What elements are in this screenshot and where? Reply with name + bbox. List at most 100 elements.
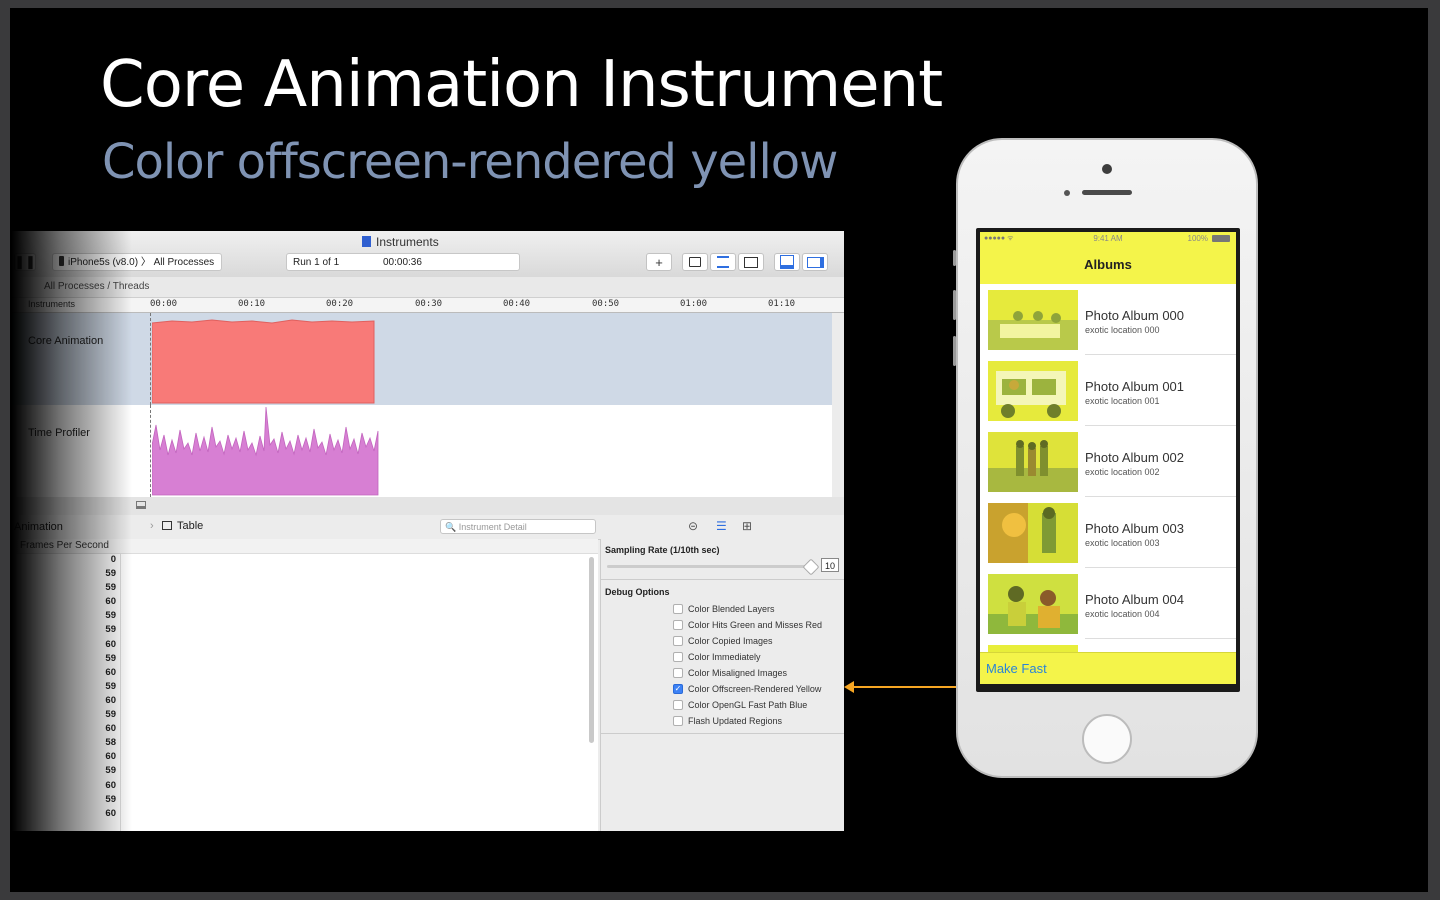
checkbox[interactable] [673, 667, 683, 678]
album-subtitle: exotic location 000 [1085, 325, 1160, 335]
album-cell[interactable]: Photo Album 000 exotic location 000 [980, 284, 1236, 355]
splitter-bar[interactable] [12, 497, 844, 516]
checkbox[interactable] [673, 619, 683, 630]
album-subtitle: exotic location 001 [1085, 396, 1160, 406]
status-bar: ●●●●● ᯤ 9:41 AM 100% [980, 232, 1236, 246]
fps-value: 60 [105, 723, 116, 735]
option-color-opengl-fast-path[interactable]: Color OpenGL Fast Path Blue [673, 697, 807, 712]
navigation-bar: Albums [980, 246, 1236, 285]
option-color-immediately[interactable]: Color Immediately [673, 649, 761, 664]
search-icon: 🔍 [445, 522, 457, 532]
volume-up-button [953, 290, 956, 320]
fps-value: 60 [105, 807, 116, 819]
table-icon [162, 521, 172, 530]
volume-down-button [953, 336, 956, 366]
grid-view-button[interactable] [738, 253, 764, 271]
slider-thumb[interactable] [802, 558, 820, 576]
track-core-animation[interactable]: Core Animation [12, 313, 832, 406]
ruler-tick: 00:40 [503, 299, 531, 309]
extended-detail-icon[interactable]: ⊞ [742, 519, 752, 533]
album-title: Photo Album 002 [1085, 450, 1185, 465]
option-color-blended-layers[interactable]: Color Blended Layers [673, 601, 775, 616]
album-thumbnail [988, 574, 1078, 634]
checkbox[interactable] [673, 603, 683, 614]
photo-image [988, 290, 1078, 350]
fps-values: 0 59 59 60 59 59 60 59 60 59 60 59 60 58… [72, 553, 116, 821]
list-icon [717, 256, 729, 268]
pause-button[interactable]: ❚❚ [14, 253, 36, 271]
chevron-right-icon: › [150, 520, 154, 532]
record-settings-icon[interactable]: ⊝ [688, 519, 698, 533]
checkbox[interactable] [673, 699, 683, 710]
album-cell[interactable]: Photo Album 002 exotic location 002 [980, 426, 1236, 497]
checkbox[interactable] [673, 715, 683, 726]
table-view-selector[interactable]: Table [162, 520, 203, 532]
sampling-rate-slider[interactable] [607, 565, 813, 568]
album-cell-partial[interactable] [980, 639, 1236, 652]
run-display[interactable]: Run 1 of 1 00:00:36 [286, 253, 520, 271]
window-title-text: Instruments [376, 235, 439, 249]
make-fast-button[interactable]: Make Fast [986, 661, 1047, 676]
track-time-profiler[interactable]: Time Profiler [12, 405, 832, 498]
core-animation-graph [152, 319, 375, 404]
option-color-offscreen-rendered-yellow[interactable]: ✓ Color Offscreen-Rendered Yellow [673, 681, 821, 696]
list-view-button[interactable] [710, 253, 736, 271]
option-color-misaligned-images[interactable]: Color Misaligned Images [673, 665, 787, 680]
fps-value: 58 [105, 737, 116, 749]
album-subtitle: exotic location 003 [1085, 538, 1160, 548]
album-title: Photo Album 003 [1085, 521, 1185, 536]
checkbox[interactable] [673, 651, 683, 662]
table-scrollbar[interactable] [589, 557, 594, 743]
sampling-rate-field[interactable]: 10 [821, 558, 839, 572]
fps-value: 60 [105, 779, 116, 791]
process-label: All Processes [153, 257, 215, 268]
option-label: Color Offscreen-Rendered Yellow [688, 683, 822, 694]
breadcrumb[interactable]: All Processes / Threads [12, 277, 844, 298]
sampling-rate-label: Sampling Rate (1/10th sec) [605, 545, 720, 555]
album-title: Photo Album 000 [1085, 308, 1185, 323]
time-profiler-graph [152, 406, 379, 496]
photo-image [988, 432, 1078, 492]
option-flash-updated-regions[interactable]: Flash Updated Regions [673, 713, 782, 728]
collapse-icon [136, 501, 146, 509]
ruler-tick: 00:20 [326, 299, 354, 309]
section-divider [601, 733, 844, 734]
right-panel-toggle[interactable] [802, 253, 828, 271]
target-selector[interactable]: iPhone5s (v8.0) 〉 All Processes [52, 253, 222, 271]
option-color-hits-green[interactable]: Color Hits Green and Misses Red [673, 617, 822, 632]
fps-column-label: Frames Per Second [20, 540, 109, 551]
record-settings-button[interactable] [682, 253, 708, 271]
home-button [1082, 714, 1132, 764]
fps-value: 59 [105, 610, 116, 622]
fps-column-header[interactable]: Frames Per Second [12, 539, 598, 554]
checkbox[interactable] [673, 635, 683, 646]
fps-value: 59 [105, 793, 116, 805]
display-settings-icon[interactable]: ☰ [716, 519, 727, 533]
device-label: iPhone5s (v8.0) [68, 257, 139, 268]
option-label: Color Misaligned Images [688, 667, 788, 678]
album-cell[interactable]: Photo Album 003 exotic location 003 [980, 497, 1236, 568]
album-cell[interactable]: Photo Album 001 exotic location 001 [980, 355, 1236, 426]
battery-percent: 100% [1187, 234, 1208, 243]
slide-subtitle: Color offscreen-rendered yellow [102, 134, 838, 190]
checkbox-checked[interactable]: ✓ [673, 683, 683, 694]
time-ruler[interactable]: Instruments 00:00 00:10 00:20 00:30 00:4… [12, 298, 844, 313]
run-time: 00:00:36 [383, 257, 422, 268]
fps-value: 59 [105, 709, 116, 721]
option-color-copied-images[interactable]: Color Copied Images [673, 633, 773, 648]
option-label: Color Immediately [688, 651, 761, 662]
table-label: Table [177, 520, 204, 532]
ruler-header: Instruments [28, 299, 76, 309]
instruments-window: Instruments ❚❚ iPhone5s (v8.0) 〉 All Pro… [12, 231, 844, 831]
album-thumbnail [988, 645, 1078, 652]
add-instrument-button[interactable]: + [646, 253, 672, 271]
fps-value: 59 [105, 568, 116, 580]
ruler-tick: 01:00 [680, 299, 708, 309]
photo-image [988, 574, 1078, 634]
panel-right-icon [806, 256, 824, 268]
track-label: Core Animation [28, 335, 104, 347]
bottom-panel-toggle[interactable] [774, 253, 800, 271]
album-cell[interactable]: Photo Album 004 exotic location 004 [980, 568, 1236, 639]
proximity-sensor [1064, 190, 1070, 196]
instrument-detail-search[interactable]: 🔍 Instrument Detail [440, 519, 596, 534]
